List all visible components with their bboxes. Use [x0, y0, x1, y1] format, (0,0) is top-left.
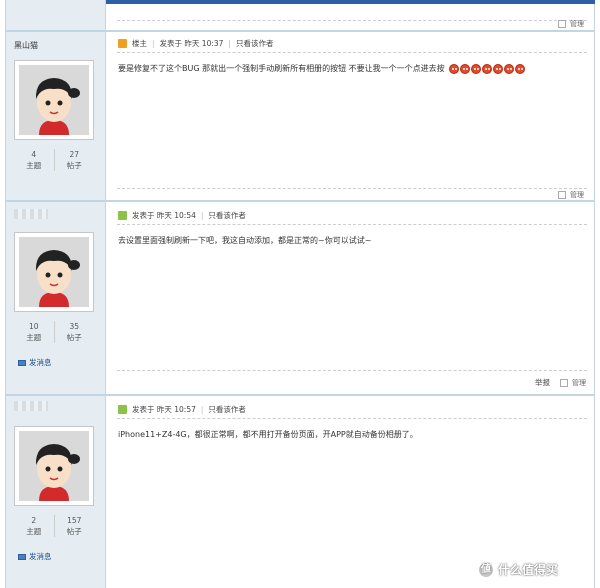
avatar[interactable] [14, 60, 94, 140]
avatar-image [19, 237, 89, 307]
posts-count: 35 [69, 322, 80, 331]
post-meta: 发表于 昨天 10:57 | 只看该作者 [118, 404, 246, 415]
topics-stat[interactable]: 4 主题 [14, 149, 54, 171]
post-footer-line [117, 370, 587, 371]
top-bar [106, 0, 595, 4]
post-divider [6, 30, 595, 32]
emoji-row [449, 63, 526, 74]
send-message-link[interactable]: 发消息 [18, 551, 52, 562]
posts-stat[interactable]: 27 帖子 [53, 149, 95, 171]
watermark-logo-icon: 値 [478, 561, 494, 578]
only-author-link[interactable]: 只看该作者 [236, 38, 274, 49]
post-content: 要是修复不了这个BUG 那就出一个强制手动刷新所有相册的按钮 不要让我一个一个点… [118, 63, 526, 74]
topics-stat[interactable]: 10 主题 [14, 321, 54, 343]
post-actions: 举报 管理 [535, 377, 586, 388]
manage-control[interactable]: 管理 [558, 19, 584, 29]
only-author-link[interactable]: 只看该作者 [208, 210, 246, 221]
posts-stat[interactable]: 35 帖子 [53, 321, 95, 343]
avatar[interactable] [14, 232, 94, 312]
send-message-link[interactable]: 发消息 [18, 357, 52, 368]
post-time: 发表于 昨天 10:37 [159, 39, 224, 48]
post-divider [6, 394, 595, 396]
manage-checkbox[interactable] [560, 378, 568, 387]
cartoon-face-icon [19, 237, 89, 307]
topics-label: 主题 [26, 161, 42, 170]
angry-face-icon [482, 63, 493, 74]
post-text: iPhone11+Z4-4G，都很正常啊，都不用打开备份页面，开APP就自动备份… [118, 430, 418, 439]
thread-starter-badge: 楼主 [132, 39, 147, 48]
post-time: 发表于 昨天 10:57 [132, 405, 196, 414]
manage-checkbox[interactable] [558, 191, 566, 199]
post-header-line [117, 418, 587, 419]
post-footer-line [117, 188, 587, 189]
angry-face-icon [471, 63, 482, 74]
angry-face-icon [504, 63, 515, 74]
post-meta: 楼主 | 发表于 昨天 10:37 | 只看该作者 [118, 38, 273, 49]
topics-count: 4 [31, 150, 37, 159]
posts-count: 157 [67, 516, 82, 525]
topics-count: 2 [31, 516, 37, 525]
manage-control[interactable]: 管理 [558, 190, 584, 200]
online-status-icon [118, 405, 127, 414]
post-meta: 发表于 昨天 10:54 | 只看该作者 [118, 210, 246, 221]
posts-stat[interactable]: 157 帖子 [53, 515, 95, 537]
cartoon-face-icon [19, 431, 89, 501]
post-content: 去设置里面强制刷新一下吧，我这自动添加，都是正常的~你可以试试~ [118, 235, 371, 246]
angry-face-icon [515, 63, 526, 74]
angry-face-icon [493, 63, 504, 74]
post-text: 要是修复不了这个BUG 那就出一个强制手动刷新所有相册的按钮 不要让我一个一个点… [118, 64, 445, 73]
cartoon-face-icon [19, 65, 89, 135]
post-header-line [117, 52, 587, 53]
post-footer-line [117, 20, 587, 21]
posts-label: 帖子 [66, 161, 82, 170]
envelope-icon [18, 359, 26, 366]
author-stats: 2 主题 157 帖子 [14, 515, 94, 537]
author-name-redacted[interactable] [14, 401, 48, 411]
topics-label: 主题 [26, 333, 42, 342]
online-status-icon [118, 211, 127, 220]
avatar[interactable] [14, 426, 94, 506]
post-divider [6, 200, 595, 202]
envelope-icon [18, 553, 26, 560]
post-text: 去设置里面强制刷新一下吧，我这自动添加，都是正常的~你可以试试~ [118, 236, 372, 245]
author-stats: 10 主题 35 帖子 [14, 321, 94, 343]
avatar-image [19, 65, 89, 135]
manage-checkbox[interactable] [558, 20, 566, 28]
report-link[interactable]: 举报 [535, 377, 550, 388]
author-name-redacted[interactable] [14, 209, 48, 219]
post-header-line [117, 224, 587, 225]
angry-face-icon [449, 63, 460, 74]
topics-label: 主题 [26, 527, 42, 536]
posts-count: 27 [69, 150, 80, 159]
site-watermark: 値 什么值得买 [478, 561, 558, 578]
forum-thread-page: 管理 黑山猫 4 主题 27 帖子 楼主 | 发表于 昨天 10:37 | 只看… [0, 0, 600, 588]
author-stats: 4 主题 27 帖子 [14, 149, 94, 171]
author-name[interactable]: 黑山猫 [14, 40, 38, 51]
topics-count: 10 [28, 322, 39, 331]
posts-label: 帖子 [66, 527, 82, 536]
topics-stat[interactable]: 2 主题 [14, 515, 54, 537]
post-time: 发表于 昨天 10:54 [132, 211, 196, 220]
posts-label: 帖子 [66, 333, 82, 342]
avatar-image [19, 431, 89, 501]
sidebar-separator [105, 0, 106, 588]
angry-face-icon [460, 63, 471, 74]
thread-starter-icon [118, 39, 127, 48]
only-author-link[interactable]: 只看该作者 [208, 404, 246, 415]
post-content: iPhone11+Z4-4G，都很正常啊，都不用打开备份页面，开APP就自动备份… [118, 429, 418, 440]
